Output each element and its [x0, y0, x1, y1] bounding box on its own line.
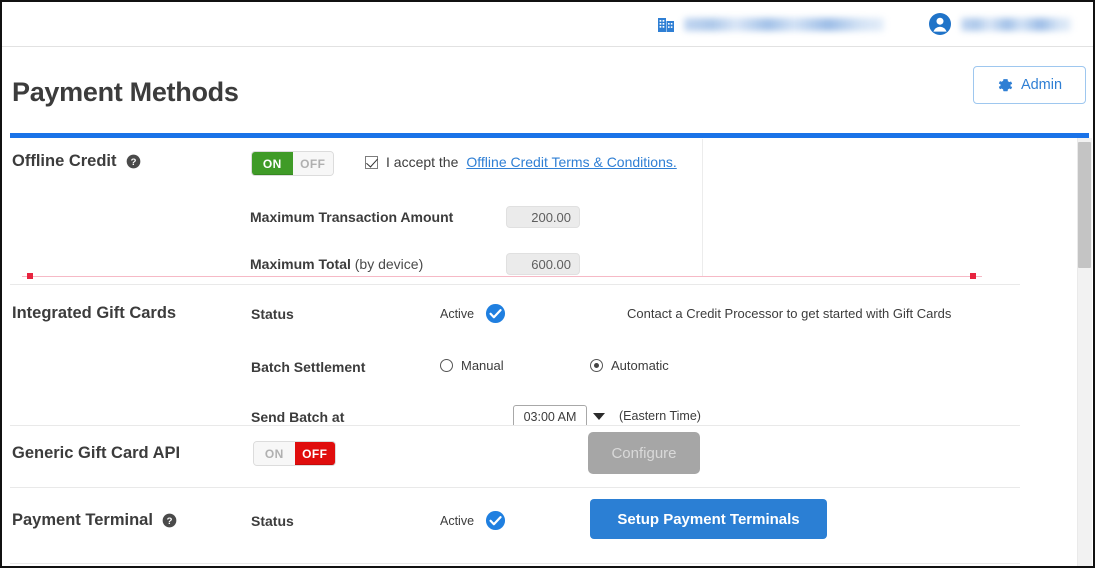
max-total-label: Maximum Total (by device)	[250, 256, 423, 272]
offline-credit-toggle-off[interactable]: OFF	[292, 152, 333, 175]
page-header: Payment Methods Admin	[2, 47, 1093, 133]
max-total-label-main: Maximum Total	[250, 256, 351, 272]
annotation-rule	[22, 276, 982, 277]
company-name-redacted: ██████ ████████	[684, 17, 884, 31]
offline-credit-toggle-on[interactable]: ON	[252, 152, 293, 175]
send-batch-label: Send Batch at	[251, 409, 345, 425]
company-selector[interactable]: ██████ ████████	[657, 15, 884, 33]
terms-accept-row: I accept the Offline Credit Terms & Cond…	[365, 154, 677, 170]
section-payment-terminal: Payment Terminal ? Status Active Setup P…	[10, 487, 1020, 564]
gift-cards-status-label: Status	[251, 306, 294, 322]
annotation-marker-left	[27, 273, 33, 279]
gear-icon	[997, 77, 1014, 94]
check-circle-icon	[485, 510, 506, 531]
offline-credit-label: Offline Credit	[12, 152, 117, 170]
batch-settlement-manual-radio[interactable]: Manual	[440, 358, 504, 373]
user-menu[interactable]: ███ █████	[928, 12, 1071, 36]
integrated-gift-cards-title: Integrated Gift Cards	[12, 304, 176, 323]
batch-settlement-manual-label: Manual	[461, 358, 504, 373]
vertical-scrollbar-thumb[interactable]	[1078, 142, 1091, 268]
timezone-note: (Eastern Time)	[619, 409, 701, 423]
accept-terms-prefix: I accept the	[386, 154, 459, 170]
annotation-marker-right	[970, 273, 976, 279]
section-integrated-gift-cards: Integrated Gift Cards Status Active Cont…	[10, 284, 1020, 429]
help-icon[interactable]: ?	[126, 152, 141, 171]
top-navigation-bar: ██████ ████████ ███ █████	[2, 2, 1093, 47]
terms-and-conditions-link[interactable]: Offline Credit Terms & Conditions.	[466, 154, 676, 170]
radio-dot-manual[interactable]	[440, 359, 453, 372]
payment-terminal-label: Payment Terminal	[12, 511, 153, 529]
check-circle-icon	[485, 303, 506, 324]
generic-gift-card-api-title: Generic Gift Card API	[12, 444, 180, 463]
generic-gift-card-api-label: Generic Gift Card API	[12, 444, 181, 462]
generic-gift-card-api-toggle-on[interactable]: ON	[254, 442, 295, 465]
batch-settlement-automatic-radio[interactable]: Automatic	[590, 358, 669, 373]
settings-scroll-area: Offline Credit ? ON OFF I accept the Off…	[2, 138, 1093, 566]
column-divider	[702, 139, 703, 277]
generic-gift-card-api-toggle-off[interactable]: OFF	[294, 442, 335, 465]
admin-button[interactable]: Admin	[973, 66, 1086, 104]
help-icon[interactable]: ?	[162, 511, 177, 530]
setup-payment-terminals-button[interactable]: Setup Payment Terminals	[590, 499, 827, 539]
integrated-gift-cards-label: Integrated Gift Cards	[12, 304, 177, 322]
section-offline-credit: Offline Credit ? ON OFF I accept the Off…	[10, 138, 1020, 282]
payment-terminal-title: Payment Terminal ?	[12, 511, 177, 530]
max-transaction-amount-input[interactable]	[506, 206, 580, 228]
svg-text:?: ?	[130, 157, 136, 168]
payment-terminal-status-value: Active	[440, 513, 475, 528]
building-icon	[657, 15, 675, 33]
offline-credit-title: Offline Credit ?	[12, 152, 141, 171]
max-total-input[interactable]	[506, 253, 580, 275]
radio-dot-automatic[interactable]	[590, 359, 603, 372]
svg-text:?: ?	[167, 516, 173, 527]
configure-button[interactable]: Configure	[588, 432, 700, 474]
generic-gift-card-api-toggle[interactable]: ON OFF	[253, 441, 336, 466]
user-name-redacted: ███ █████	[961, 17, 1071, 31]
gift-cards-hint: Contact a Credit Processor to get starte…	[627, 306, 952, 321]
accept-terms-checkbox[interactable]	[365, 155, 378, 169]
offline-credit-toggle[interactable]: ON OFF	[251, 151, 334, 176]
avatar-icon	[928, 12, 952, 36]
payment-terminal-status: Active	[440, 510, 506, 531]
gift-cards-status-value: Active	[440, 306, 475, 321]
max-transaction-amount-label: Maximum Transaction Amount	[250, 209, 454, 225]
payment-terminal-status-label: Status	[251, 513, 294, 529]
chevron-down-icon[interactable]	[593, 413, 605, 420]
batch-settlement-automatic-label: Automatic	[611, 358, 669, 373]
payment-methods-page: ██████ ████████ ███ █████ Payment Method…	[0, 0, 1095, 568]
admin-button-label: Admin	[1020, 77, 1063, 93]
section-generic-gift-card-api: Generic Gift Card API ON OFF Configure	[10, 425, 1020, 486]
max-total-label-suffix: (by device)	[354, 256, 424, 272]
batch-settlement-label: Batch Settlement	[251, 359, 366, 375]
page-title: Payment Methods	[12, 77, 239, 107]
gift-cards-status: Active	[440, 303, 506, 324]
